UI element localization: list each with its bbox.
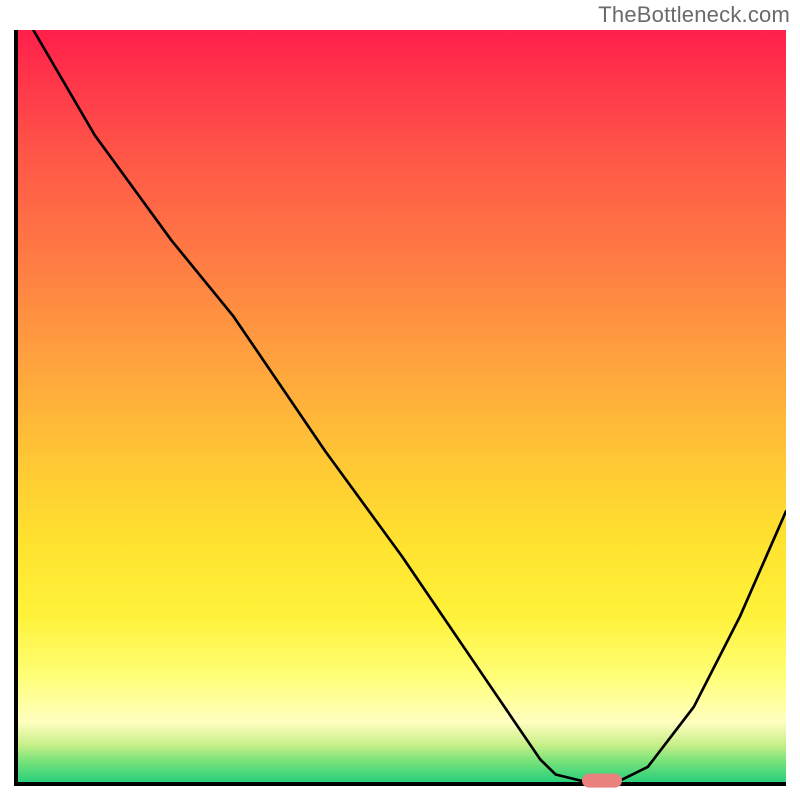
curve-path (33, 30, 786, 782)
bottleneck-curve (18, 30, 786, 782)
watermark-text: TheBottleneck.com (598, 2, 790, 28)
optimum-marker (582, 774, 622, 788)
chart-frame: TheBottleneck.com (0, 0, 800, 800)
plot-area (14, 30, 786, 786)
